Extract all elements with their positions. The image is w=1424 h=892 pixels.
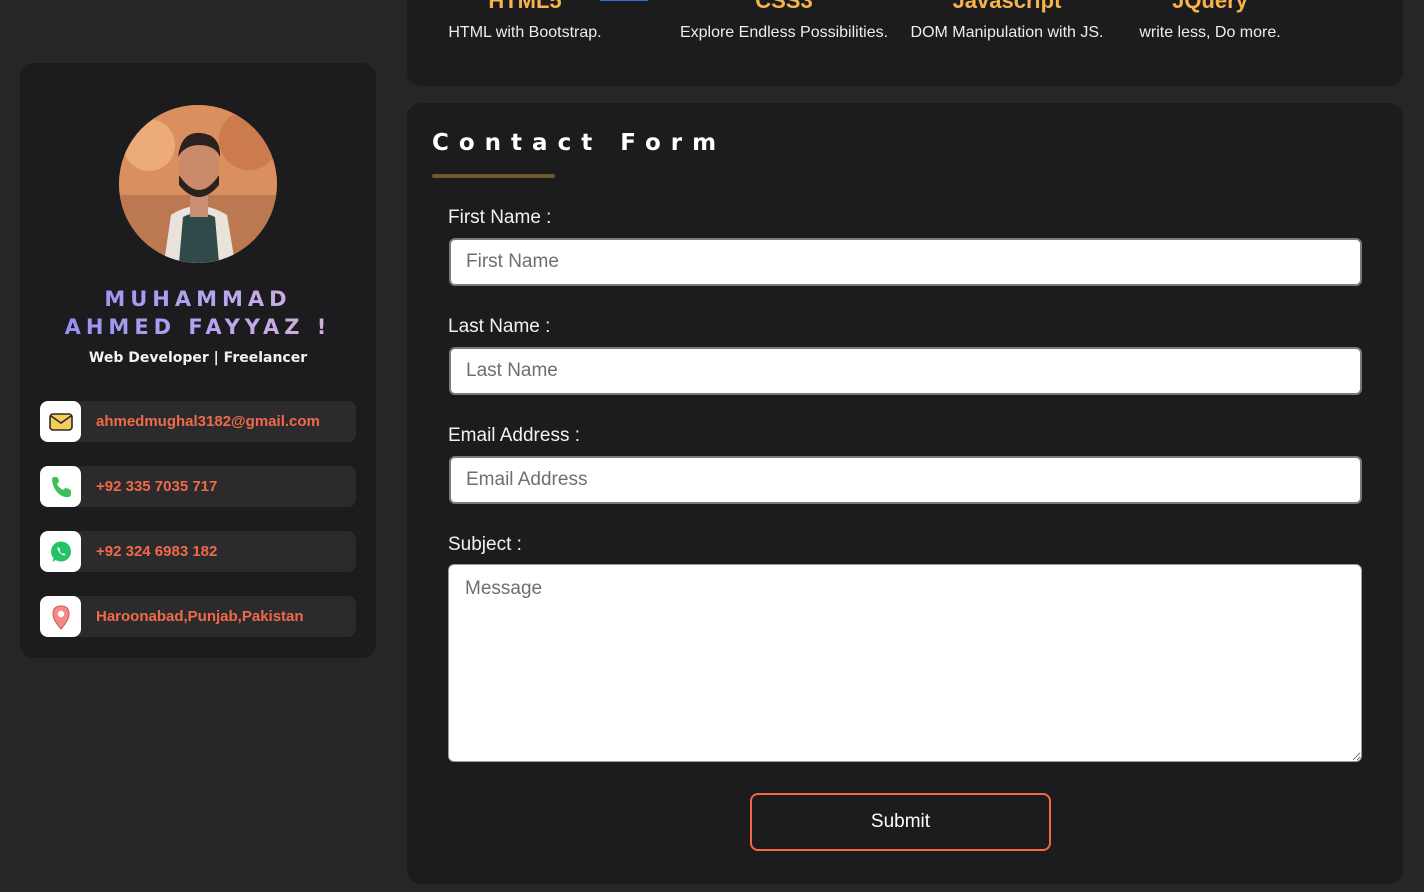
skill-description: HTML with Bootstrap. [448,24,602,41]
form-title: Contact Form [432,130,727,156]
skill-description: Explore Endless Possibilities. [679,24,889,41]
mail-icon [40,401,81,442]
whatsapp-icon [40,531,81,572]
email-label: Email Address : [448,425,580,446]
message-textarea[interactable] [448,564,1362,762]
email-input[interactable] [449,456,1362,504]
first-name-input[interactable] [449,238,1362,286]
skill-description: DOM Manipulation with JS. [910,24,1104,41]
skill-description: write less, Do more. [1139,24,1281,41]
last-name-input[interactable] [449,347,1362,395]
first-name-label: First Name : [448,207,552,228]
contact-phone-text: +92 335 7035 717 [96,478,218,495]
contact-form-panel: Contact Form First Name : Last Name : Em… [407,103,1403,884]
contact-email-text: ahmedmughal3182@gmail.com [96,413,320,430]
submit-button[interactable]: Submit [750,793,1051,851]
avatar [119,105,277,263]
skill-title: HTML5 [488,0,562,13]
profile-card: MUHAMMAD AHMED FAYYAZ ! Web Developer | … [20,63,376,658]
profile-photo-icon [119,105,277,263]
skill-title: JQuery [1172,0,1248,13]
contact-location-text: Haroonabad,Punjab,Pakistan [96,608,304,625]
contact-item-phone[interactable]: +92 335 7035 717 [40,466,356,507]
contact-whatsapp-text: +92 324 6983 182 [96,543,218,560]
skill-title: Javascript [952,0,1062,13]
phone-icon [40,466,81,507]
location-pin-icon [40,596,81,637]
contact-item-email[interactable]: ahmedmughal3182@gmail.com [40,401,356,442]
profile-role: Web Developer | Freelancer [88,350,308,366]
contact-item-location[interactable]: Haroonabad,Punjab,Pakistan [40,596,356,637]
subject-label: Subject : [448,534,522,555]
last-name-label: Last Name : [448,316,551,337]
title-underline [432,174,555,178]
contact-item-whatsapp[interactable]: +92 324 6983 182 [40,531,356,572]
skills-panel: HTML5 HTML with Bootstrap. CSS3 Explore … [407,0,1403,86]
profile-name: MUHAMMAD AHMED FAYYAZ ! [20,285,376,341]
skill-title: CSS3 [755,0,813,13]
